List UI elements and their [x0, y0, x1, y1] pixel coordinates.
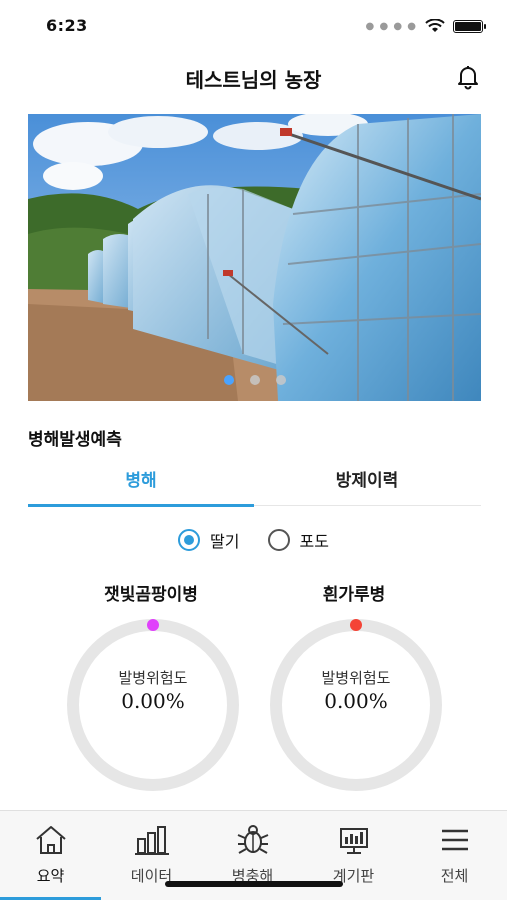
- gauge-title: 흰가루병: [322, 585, 386, 605]
- nav-pests[interactable]: 병충해: [202, 823, 303, 886]
- crop-selector: 딸기 포도: [0, 528, 507, 552]
- farm-photo-carousel[interactable]: [28, 114, 481, 401]
- status-icons: ● ● ● ●: [365, 19, 486, 33]
- radio-selected-icon[interactable]: [178, 529, 201, 551]
- dashboard-icon: [339, 828, 368, 854]
- carousel-dot[interactable]: [275, 375, 286, 385]
- bell-icon[interactable]: [453, 62, 483, 92]
- crop-label: 포도: [299, 532, 329, 551]
- tab-control-history[interactable]: 방제이력: [254, 466, 480, 491]
- status-time: 6:23: [46, 16, 88, 35]
- risk-gauge-powdery-mildew: 발병위험도 0.00%: [266, 615, 446, 795]
- nav-label: 전체: [440, 867, 469, 885]
- gauge-title: 잿빛곰팡이병: [104, 585, 198, 605]
- battery-icon: [453, 19, 486, 33]
- tab-active-indicator: [28, 504, 254, 507]
- crop-label: 딸기: [210, 532, 240, 551]
- menu-icon: [441, 829, 468, 851]
- gauge-value: 0.00%: [324, 689, 388, 713]
- carousel-indicator: [28, 375, 481, 385]
- carousel-dot[interactable]: [249, 375, 260, 385]
- crop-option-strawberry[interactable]: 딸기: [178, 528, 240, 552]
- nav-all[interactable]: 전체: [404, 823, 505, 886]
- bar-chart-icon: [134, 826, 169, 855]
- nav-data[interactable]: 데이터: [101, 823, 202, 886]
- risk-gauge-gray-mold: 발병위험도 0.00%: [63, 615, 243, 795]
- nav-dashboard[interactable]: 계기판: [303, 823, 404, 886]
- greenhouse-photo: [28, 114, 481, 401]
- signal-icon: ● ● ● ●: [365, 20, 417, 32]
- nav-label: 요약: [36, 867, 65, 885]
- wifi-icon: [425, 19, 445, 32]
- tab-bar: 병해 방제이력: [28, 458, 481, 507]
- bug-icon: [237, 825, 268, 854]
- gauge-marker: [147, 619, 159, 631]
- gauge-metric-label: 발병위험도: [321, 669, 391, 687]
- nav-summary[interactable]: 요약: [0, 823, 101, 886]
- crop-option-grape[interactable]: 포도: [267, 528, 329, 552]
- radio-unselected-icon[interactable]: [267, 529, 290, 551]
- gauge-value: 0.00%: [121, 689, 185, 713]
- carousel-dot[interactable]: [223, 375, 234, 385]
- section-title: 병해발생예측: [28, 430, 122, 450]
- app-header: 테스트님의 농장: [0, 56, 507, 100]
- home-indicator[interactable]: [165, 881, 343, 887]
- tab-disease[interactable]: 병해: [28, 466, 254, 491]
- gauge-metric-label: 발병위험도: [118, 669, 188, 687]
- page-title: 테스트님의 농장: [185, 68, 322, 92]
- gauge-marker: [350, 619, 362, 631]
- home-icon: [35, 826, 66, 854]
- status-bar: 6:23 ● ● ● ●: [0, 0, 507, 52]
